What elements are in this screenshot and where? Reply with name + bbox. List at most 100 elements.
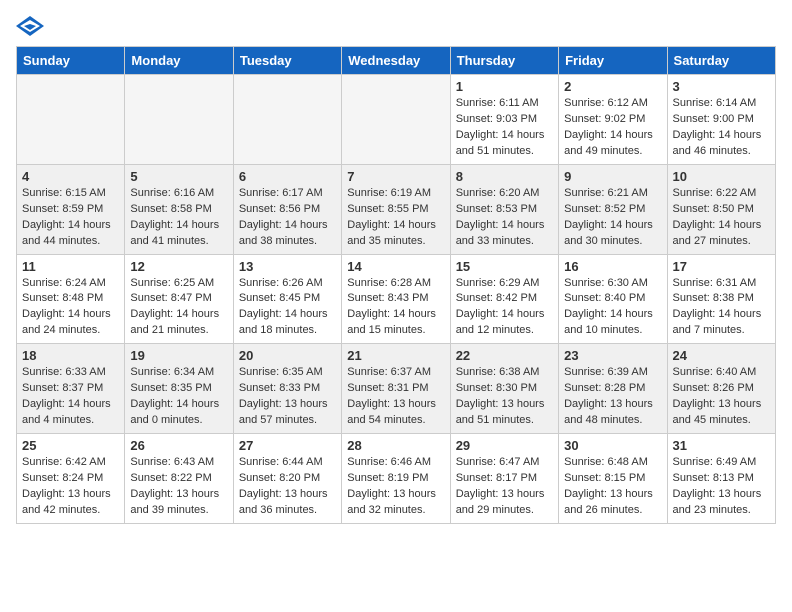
day-number: 1 [456, 79, 553, 94]
calendar-cell: 9 Sunrise: 6:21 AMSunset: 8:52 PMDaylight… [559, 164, 667, 254]
logo-icon [16, 16, 44, 36]
calendar-cell: 5 Sunrise: 6:16 AMSunset: 8:58 PMDaylight… [125, 164, 233, 254]
day-number: 24 [673, 348, 770, 363]
calendar-cell: 19 Sunrise: 6:34 AMSunset: 8:35 PMDayligh… [125, 344, 233, 434]
day-info: Sunrise: 6:49 AMSunset: 8:13 PMDaylight:… [673, 455, 770, 519]
calendar-week-row: 1 Sunrise: 6:11 AMSunset: 9:03 PMDaylight… [17, 75, 776, 165]
day-info: Sunrise: 6:12 AMSunset: 9:02 PMDaylight:… [564, 96, 661, 160]
day-info: Sunrise: 6:35 AMSunset: 8:33 PMDaylight:… [239, 365, 336, 429]
calendar-header-tuesday: Tuesday [233, 47, 341, 75]
calendar-cell [17, 75, 125, 165]
day-info: Sunrise: 6:43 AMSunset: 8:22 PMDaylight:… [130, 455, 227, 519]
day-number: 22 [456, 348, 553, 363]
calendar-cell [125, 75, 233, 165]
logo [16, 16, 48, 36]
calendar-header-sunday: Sunday [17, 47, 125, 75]
day-number: 23 [564, 348, 661, 363]
calendar-cell: 12 Sunrise: 6:25 AMSunset: 8:47 PMDayligh… [125, 254, 233, 344]
calendar-cell: 17 Sunrise: 6:31 AMSunset: 8:38 PMDayligh… [667, 254, 775, 344]
day-number: 28 [347, 438, 444, 453]
day-info: Sunrise: 6:46 AMSunset: 8:19 PMDaylight:… [347, 455, 444, 519]
day-number: 19 [130, 348, 227, 363]
day-number: 30 [564, 438, 661, 453]
day-info: Sunrise: 6:37 AMSunset: 8:31 PMDaylight:… [347, 365, 444, 429]
day-info: Sunrise: 6:22 AMSunset: 8:50 PMDaylight:… [673, 186, 770, 250]
day-number: 10 [673, 169, 770, 184]
day-info: Sunrise: 6:26 AMSunset: 8:45 PMDaylight:… [239, 276, 336, 340]
calendar: SundayMondayTuesdayWednesdayThursdayFrid… [16, 46, 776, 524]
day-number: 5 [130, 169, 227, 184]
calendar-cell: 14 Sunrise: 6:28 AMSunset: 8:43 PMDayligh… [342, 254, 450, 344]
calendar-cell: 11Sunrise: 6:24 AMSunset: 8:48 PMDayligh… [17, 254, 125, 344]
day-info: Sunrise: 6:44 AMSunset: 8:20 PMDaylight:… [239, 455, 336, 519]
calendar-cell: 23 Sunrise: 6:39 AMSunset: 8:28 PMDayligh… [559, 344, 667, 434]
day-info: Sunrise: 6:39 AMSunset: 8:28 PMDaylight:… [564, 365, 661, 429]
day-number: 18 [22, 348, 119, 363]
calendar-cell: 7 Sunrise: 6:19 AMSunset: 8:55 PMDaylight… [342, 164, 450, 254]
calendar-cell: 22 Sunrise: 6:38 AMSunset: 8:30 PMDayligh… [450, 344, 558, 434]
day-info: Sunrise: 6:14 AMSunset: 9:00 PMDaylight:… [673, 96, 770, 160]
calendar-cell: 1 Sunrise: 6:11 AMSunset: 9:03 PMDaylight… [450, 75, 558, 165]
day-number: 6 [239, 169, 336, 184]
day-info: Sunrise: 6:34 AMSunset: 8:35 PMDaylight:… [130, 365, 227, 429]
day-info: Sunrise: 6:28 AMSunset: 8:43 PMDaylight:… [347, 276, 444, 340]
day-number: 4 [22, 169, 119, 184]
calendar-week-row: 4 Sunrise: 6:15 AMSunset: 8:59 PMDaylight… [17, 164, 776, 254]
day-number: 17 [673, 259, 770, 274]
calendar-week-row: 25 Sunrise: 6:42 AMSunset: 8:24 PMDayligh… [17, 434, 776, 524]
day-number: 7 [347, 169, 444, 184]
day-number: 31 [673, 438, 770, 453]
day-info: Sunrise: 6:30 AMSunset: 8:40 PMDaylight:… [564, 276, 661, 340]
day-info: Sunrise: 6:11 AMSunset: 9:03 PMDaylight:… [456, 96, 553, 160]
day-info: Sunrise: 6:29 AMSunset: 8:42 PMDaylight:… [456, 276, 553, 340]
calendar-cell: 15Sunrise: 6:29 AMSunset: 8:42 PMDayligh… [450, 254, 558, 344]
day-info: Sunrise: 6:47 AMSunset: 8:17 PMDaylight:… [456, 455, 553, 519]
calendar-header-wednesday: Wednesday [342, 47, 450, 75]
day-number: 29 [456, 438, 553, 453]
header [16, 16, 776, 36]
day-info: Sunrise: 6:17 AMSunset: 8:56 PMDaylight:… [239, 186, 336, 250]
day-number: 9 [564, 169, 661, 184]
calendar-cell: 25 Sunrise: 6:42 AMSunset: 8:24 PMDayligh… [17, 434, 125, 524]
calendar-header-row: SundayMondayTuesdayWednesdayThursdayFrid… [17, 47, 776, 75]
day-info: Sunrise: 6:25 AMSunset: 8:47 PMDaylight:… [130, 276, 227, 340]
calendar-header-friday: Friday [559, 47, 667, 75]
day-number: 8 [456, 169, 553, 184]
calendar-header-thursday: Thursday [450, 47, 558, 75]
calendar-header-saturday: Saturday [667, 47, 775, 75]
day-info: Sunrise: 6:19 AMSunset: 8:55 PMDaylight:… [347, 186, 444, 250]
calendar-cell: 31 Sunrise: 6:49 AMSunset: 8:13 PMDayligh… [667, 434, 775, 524]
day-info: Sunrise: 6:21 AMSunset: 8:52 PMDaylight:… [564, 186, 661, 250]
calendar-cell: 24Sunrise: 6:40 AMSunset: 8:26 PMDayligh… [667, 344, 775, 434]
calendar-cell: 4 Sunrise: 6:15 AMSunset: 8:59 PMDaylight… [17, 164, 125, 254]
day-info: Sunrise: 6:15 AMSunset: 8:59 PMDaylight:… [22, 186, 119, 250]
day-info: Sunrise: 6:20 AMSunset: 8:53 PMDaylight:… [456, 186, 553, 250]
day-info: Sunrise: 6:24 AMSunset: 8:48 PMDaylight:… [22, 276, 119, 340]
day-number: 3 [673, 79, 770, 94]
calendar-cell: 27 Sunrise: 6:44 AMSunset: 8:20 PMDayligh… [233, 434, 341, 524]
day-number: 13 [239, 259, 336, 274]
day-number: 2 [564, 79, 661, 94]
calendar-cell: 29 Sunrise: 6:47 AMSunset: 8:17 PMDayligh… [450, 434, 558, 524]
day-info: Sunrise: 6:42 AMSunset: 8:24 PMDaylight:… [22, 455, 119, 519]
day-info: Sunrise: 6:31 AMSunset: 8:38 PMDaylight:… [673, 276, 770, 340]
day-number: 27 [239, 438, 336, 453]
day-number: 20 [239, 348, 336, 363]
day-number: 21 [347, 348, 444, 363]
day-number: 12 [130, 259, 227, 274]
day-number: 26 [130, 438, 227, 453]
day-info: Sunrise: 6:16 AMSunset: 8:58 PMDaylight:… [130, 186, 227, 250]
calendar-week-row: 11Sunrise: 6:24 AMSunset: 8:48 PMDayligh… [17, 254, 776, 344]
day-number: 16 [564, 259, 661, 274]
calendar-cell: 2 Sunrise: 6:12 AMSunset: 9:02 PMDaylight… [559, 75, 667, 165]
calendar-cell: 18Sunrise: 6:33 AMSunset: 8:37 PMDayligh… [17, 344, 125, 434]
calendar-cell: 6 Sunrise: 6:17 AMSunset: 8:56 PMDaylight… [233, 164, 341, 254]
calendar-cell: 26 Sunrise: 6:43 AMSunset: 8:22 PMDayligh… [125, 434, 233, 524]
calendar-cell: 16 Sunrise: 6:30 AMSunset: 8:40 PMDayligh… [559, 254, 667, 344]
day-info: Sunrise: 6:38 AMSunset: 8:30 PMDaylight:… [456, 365, 553, 429]
day-number: 25 [22, 438, 119, 453]
day-number: 14 [347, 259, 444, 274]
calendar-header-monday: Monday [125, 47, 233, 75]
calendar-cell: 20 Sunrise: 6:35 AMSunset: 8:33 PMDayligh… [233, 344, 341, 434]
calendar-cell: 13 Sunrise: 6:26 AMSunset: 8:45 PMDayligh… [233, 254, 341, 344]
